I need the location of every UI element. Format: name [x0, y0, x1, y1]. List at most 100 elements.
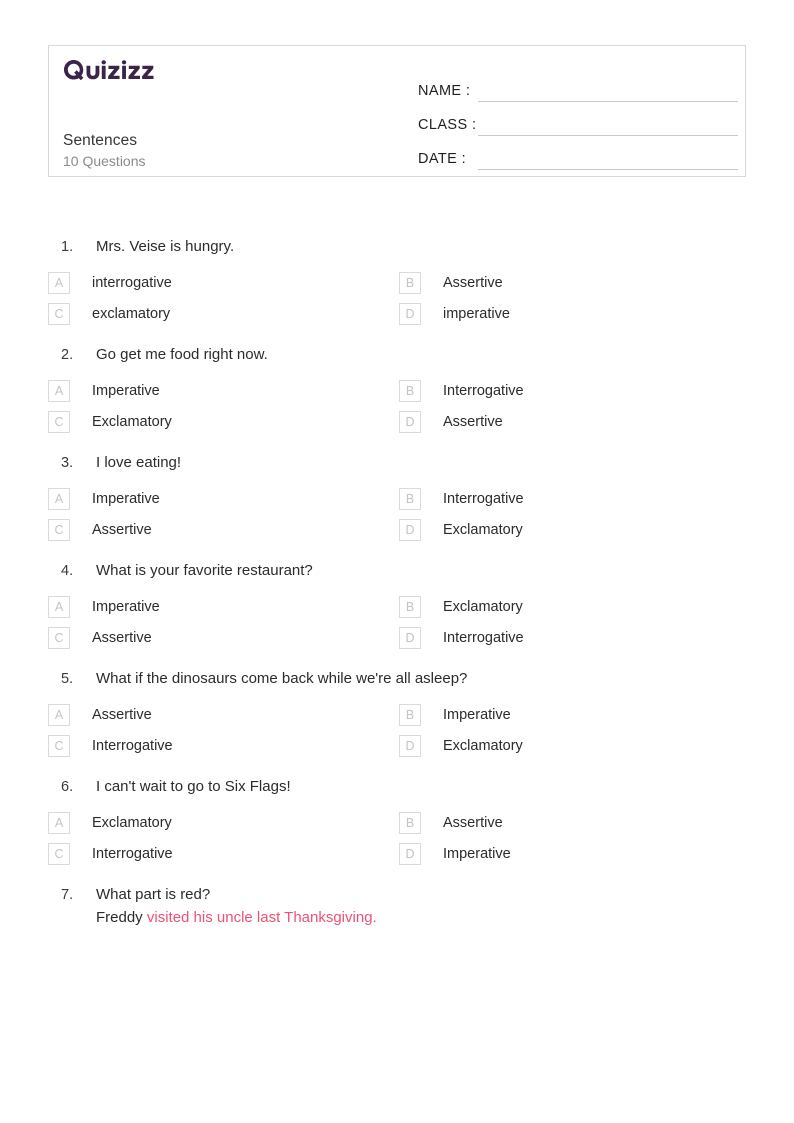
answer-option-row: A Assertive B Imperative — [48, 704, 794, 726]
option-label: Assertive — [92, 707, 152, 723]
answer-option-row: A Imperative B Interrogative — [48, 488, 794, 510]
answer-option-c[interactable]: C Assertive — [48, 627, 399, 649]
option-label: interrogative — [92, 275, 172, 291]
option-label: Interrogative — [443, 491, 524, 507]
answer-option-row: A Exclamatory B Assertive — [48, 812, 794, 834]
class-field-input[interactable] — [478, 113, 738, 136]
answer-option-b[interactable]: B Assertive — [399, 272, 750, 294]
answer-option-c[interactable]: Cexclamatory — [48, 303, 399, 325]
question-text: I can't wait to go to Six Flags! — [96, 778, 291, 795]
option-letter-box: C — [48, 411, 70, 433]
question-header: 5. What if the dinosaurs come back while … — [0, 668, 794, 692]
answer-option-d[interactable]: D Interrogative — [399, 627, 750, 649]
answer-option-d[interactable]: Dimperative — [399, 303, 750, 325]
answer-option-row: Ainterrogative B Assertive — [48, 272, 794, 294]
option-letter-box: D — [399, 519, 421, 541]
worksheet-page: Sentences 10 Questions NAME : CLASS : DA… — [0, 0, 794, 1123]
option-label: Interrogative — [443, 630, 524, 646]
class-field-label: CLASS : — [418, 117, 477, 133]
answer-option-a[interactable]: Ainterrogative — [48, 272, 399, 294]
option-label: Exclamatory — [443, 738, 523, 754]
answer-option-b[interactable]: B Interrogative — [399, 380, 750, 402]
question-number: 4. — [61, 563, 74, 579]
answer-option-c[interactable]: C Interrogative — [48, 735, 399, 757]
option-letter-box: A — [48, 272, 70, 294]
worksheet-header-card: Sentences 10 Questions NAME : CLASS : DA… — [48, 45, 746, 177]
option-letter-box: B — [399, 488, 421, 510]
question-header: 7. What part is red? Freddy visited his un… — [0, 884, 794, 929]
option-label: Exclamatory — [443, 522, 523, 538]
answer-option-row: C Assertive D Exclamatory — [48, 519, 794, 541]
question-block: 3. I love eating! A Imperative B Interrogativ… — [0, 452, 794, 541]
answer-option-a[interactable]: A Exclamatory — [48, 812, 399, 834]
question-text: Go get me food right now. — [96, 346, 268, 363]
class-field-row: CLASS : — [418, 102, 738, 136]
worksheet-question-count: 10 Questions — [63, 153, 146, 169]
answer-option-row: A Imperative B Exclamatory — [48, 596, 794, 618]
question-text-plain: Freddy — [96, 908, 147, 926]
question-text: I love eating! — [96, 454, 182, 471]
answer-option-a[interactable]: A Assertive — [48, 704, 399, 726]
answer-option-c[interactable]: C Assertive — [48, 519, 399, 541]
answer-option-b[interactable]: B Interrogative — [399, 488, 750, 510]
answer-options: A Imperative B Interrogative C Exclamatory D As… — [0, 380, 794, 433]
quizizz-logo — [63, 59, 403, 83]
option-label: Interrogative — [92, 738, 173, 754]
option-label: exclamatory — [92, 306, 171, 322]
question-text: What if the dinosaurs come back while we… — [96, 670, 468, 687]
answer-option-row: C Assertive D Interrogative — [48, 627, 794, 649]
answer-option-d[interactable]: D Imperative — [399, 843, 750, 865]
option-letter-box: D — [399, 411, 421, 433]
option-label: Imperative — [92, 599, 160, 615]
option-letter-box: C — [48, 303, 70, 325]
question-block: 5. What if the dinosaurs come back while … — [0, 668, 794, 757]
option-letter-box: D — [399, 843, 421, 865]
question-text-highlighted: visited his uncle last Thanksgiving. — [146, 908, 377, 926]
answer-option-a[interactable]: A Imperative — [48, 488, 399, 510]
name-field-label: NAME : — [418, 83, 471, 99]
worksheet-title: Sentences — [63, 132, 138, 149]
answer-option-b[interactable]: B Assertive — [399, 812, 750, 834]
name-field-row: NAME : — [418, 68, 738, 102]
answer-option-d[interactable]: D Exclamatory — [399, 519, 750, 541]
question-number: 2. — [61, 347, 74, 363]
option-label: Assertive — [92, 630, 152, 646]
question-number: 7. — [61, 887, 74, 903]
option-letter-box: A — [48, 704, 70, 726]
date-field-input[interactable] — [478, 147, 738, 170]
option-letter-box: B — [399, 272, 421, 294]
answer-option-c[interactable]: C Interrogative — [48, 843, 399, 865]
answer-option-d[interactable]: D Exclamatory — [399, 735, 750, 757]
answer-option-b[interactable]: B Exclamatory — [399, 596, 750, 618]
option-letter-box: A — [48, 812, 70, 834]
answer-option-row: C Exclamatory D Assertive — [48, 411, 794, 433]
question-text: What part is red? Freddy visited his uncl… — [96, 884, 377, 929]
option-label: Assertive — [443, 414, 503, 430]
option-label: imperative — [443, 306, 510, 322]
answer-option-row: Cexclamatory Dimperative — [48, 303, 794, 325]
option-letter-box: D — [399, 627, 421, 649]
answer-option-b[interactable]: B Imperative — [399, 704, 750, 726]
question-block: 1. Mrs. Veise is hungry. Ainterrogative B As… — [0, 236, 794, 325]
question-number: 5. — [61, 671, 74, 687]
option-label: Interrogative — [443, 383, 524, 399]
answer-option-a[interactable]: A Imperative — [48, 380, 399, 402]
option-label: Interrogative — [92, 846, 173, 862]
question-text: What is your favorite restaurant? — [96, 562, 313, 579]
student-info-fields: NAME : CLASS : DATE : — [418, 68, 738, 170]
question-text: Mrs. Veise is hungry. — [96, 238, 235, 255]
option-letter-box: A — [48, 488, 70, 510]
question-number: 6. — [61, 779, 74, 795]
question-header: 4. What is your favorite restaurant? — [0, 560, 794, 584]
option-label: Assertive — [443, 275, 503, 291]
questions-list: 1. Mrs. Veise is hungry. Ainterrogative B As… — [0, 236, 794, 948]
option-label: Imperative — [92, 491, 160, 507]
option-label: Imperative — [443, 846, 511, 862]
name-field-input[interactable] — [478, 79, 738, 102]
answer-option-a[interactable]: A Imperative — [48, 596, 399, 618]
option-label: Exclamatory — [443, 599, 523, 615]
option-label: Exclamatory — [92, 414, 172, 430]
answer-option-d[interactable]: D Assertive — [399, 411, 750, 433]
answer-option-c[interactable]: C Exclamatory — [48, 411, 399, 433]
option-label: Exclamatory — [92, 815, 172, 831]
